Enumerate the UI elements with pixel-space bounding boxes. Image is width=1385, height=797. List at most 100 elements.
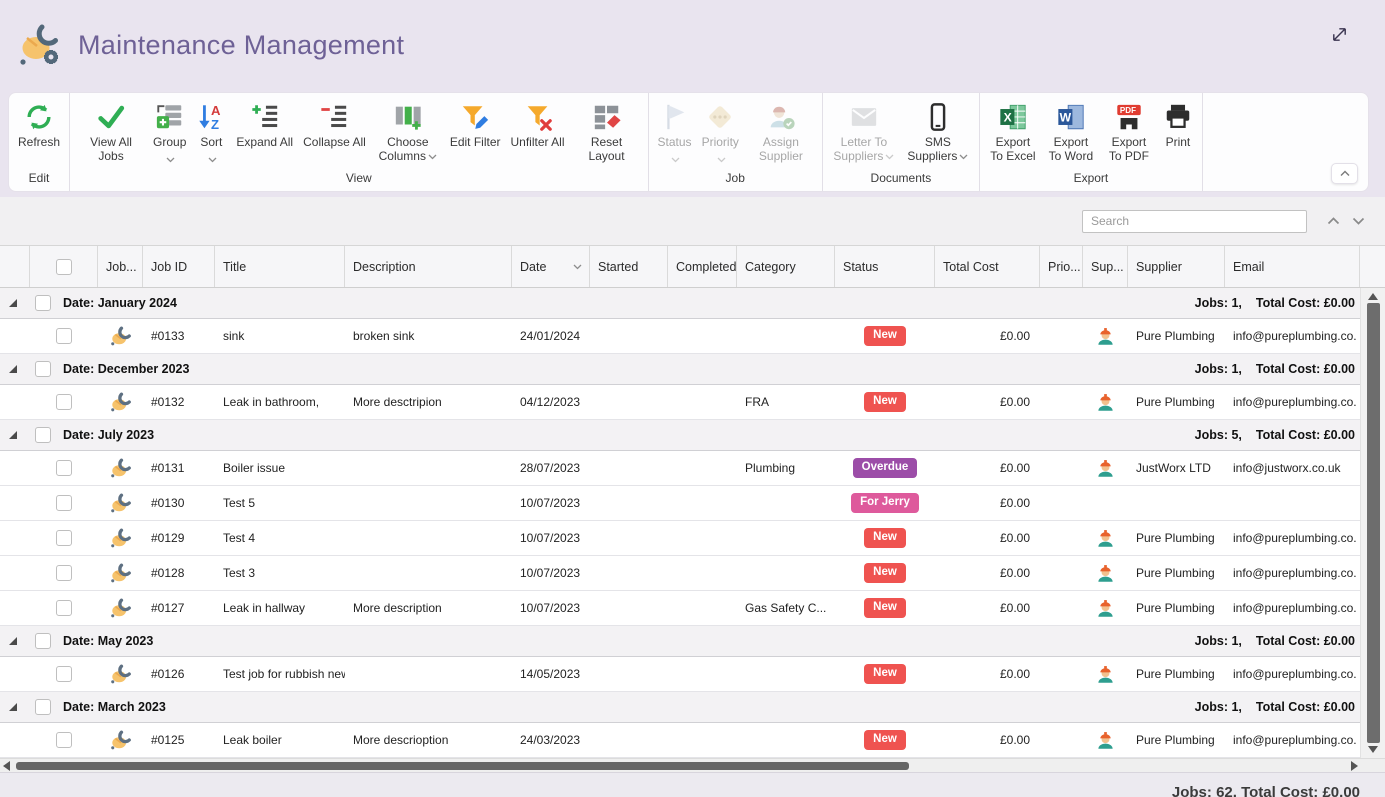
ribbon-button-label: Export To PDF (1108, 135, 1149, 164)
column-header-category[interactable]: Category (737, 246, 835, 287)
column-header-title[interactable]: Title (215, 246, 345, 287)
group-checkbox[interactable] (35, 427, 51, 443)
refresh-icon (24, 98, 54, 135)
vertical-scroll-thumb[interactable] (1366, 303, 1380, 743)
column-header-description[interactable]: Description (345, 246, 512, 287)
group-expander-icon[interactable] (8, 636, 18, 646)
column-header-supplier[interactable]: Supplier (1128, 246, 1225, 287)
chevron-up-button[interactable] (1321, 210, 1346, 232)
job-row[interactable]: #0132 Leak in bathroom, More desctripion 04… (0, 385, 1385, 420)
column-header-email[interactable]: Email (1225, 246, 1360, 287)
group-label: Date: January 2024 (63, 296, 177, 310)
svg-text:A: A (211, 103, 221, 118)
ribbon-collapse-button[interactable] (1331, 163, 1358, 184)
group-checkbox[interactable] (35, 361, 51, 377)
row-checkbox[interactable] (56, 460, 72, 476)
group-checkbox[interactable] (35, 633, 51, 649)
supplier-name: Pure Plumbing (1136, 531, 1215, 545)
group-checkbox[interactable] (35, 699, 51, 715)
row-checkbox[interactable] (56, 732, 72, 748)
excel-icon: X (998, 98, 1028, 135)
job-row[interactable]: #0128 Test 3 10/07/2023 New £0.00 Pure Plumbi… (0, 556, 1385, 591)
status-badge: New (864, 392, 906, 412)
search-input[interactable] (1082, 209, 1307, 233)
column-header-job[interactable]: Job... (98, 246, 143, 287)
scroll-down-icon[interactable] (1368, 746, 1378, 753)
column-header-date[interactable]: Date (512, 246, 590, 287)
column-header-total-cost[interactable]: Total Cost (935, 246, 1040, 287)
row-checkbox[interactable] (56, 495, 72, 511)
select-all-checkbox[interactable] (55, 258, 72, 275)
ribbon-button-expand-all[interactable]: Expand All (231, 96, 298, 151)
group-expander-icon[interactable] (8, 364, 18, 374)
scroll-right-icon[interactable] (1351, 760, 1358, 771)
column-header-started[interactable]: Started (590, 246, 668, 287)
job-row[interactable]: #0127 Leak in hallway More description 10/0… (0, 591, 1385, 626)
group-row[interactable]: Date: July 2023 Jobs: 5, Total Cost: £0.00 (0, 420, 1385, 451)
job-title: Test 5 (223, 496, 256, 510)
ribbon-group-documents: Letter To Suppliers SMS Suppliers Document… (823, 93, 980, 191)
group-row[interactable]: Date: December 2023 Jobs: 1, Total Cost: £… (0, 354, 1385, 385)
row-checkbox[interactable] (56, 394, 72, 410)
job-row[interactable]: #0130 Test 5 10/07/2023 For Jerry £0.00 (0, 486, 1385, 521)
row-checkbox[interactable] (56, 600, 72, 616)
column-header-sup[interactable]: Sup... (1083, 246, 1128, 287)
ribbon-button-sms-suppliers[interactable]: SMS Suppliers (901, 96, 975, 165)
ribbon-button-choose-columns[interactable]: Choose Columns (371, 96, 445, 165)
ribbon-button-label: Priority (701, 135, 739, 149)
ribbon-button-edit-filter[interactable]: Edit Filter (445, 96, 506, 151)
group-checkbox[interactable] (35, 295, 51, 311)
ribbon-button-label: Refresh (18, 135, 61, 149)
column-header-label: Category (745, 259, 796, 274)
ribbon-button-unfilter-all[interactable]: Unfilter All (506, 96, 570, 151)
job-row[interactable]: #0133 sink broken sink 24/01/2024 New £0.00 Pu… (0, 319, 1385, 354)
job-id: #0130 (151, 496, 185, 510)
ribbon-button-refresh[interactable]: Refresh (13, 96, 65, 151)
ribbon-button-label: Sort (200, 135, 223, 149)
group-expander-icon[interactable] (8, 430, 18, 440)
vertical-scrollbar[interactable] (1360, 288, 1385, 758)
row-checkbox[interactable] (56, 565, 72, 581)
ribbon-button-export-to-excel[interactable]: X Export To Excel (984, 96, 1042, 165)
job-wrench-icon (110, 457, 132, 479)
job-row[interactable]: #0131 Boiler issue 28/07/2023 Plumbing Overd… (0, 451, 1385, 486)
horizontal-scrollbar[interactable] (0, 758, 1385, 772)
chevron-down-button[interactable] (1346, 210, 1371, 232)
column-header-expander[interactable] (0, 246, 30, 287)
row-checkbox[interactable] (56, 328, 72, 344)
row-checkbox[interactable] (56, 666, 72, 682)
row-checkbox[interactable] (56, 530, 72, 546)
supplier-avatar-icon (1096, 326, 1115, 346)
group-row[interactable]: Date: March 2023 Jobs: 1, Total Cost: £0.0… (0, 692, 1385, 723)
group-row[interactable]: Date: May 2023 Jobs: 1, Total Cost: £0.00 (0, 626, 1385, 657)
ribbon-button-collapse-all[interactable]: Collapse All (298, 96, 371, 151)
job-row[interactable]: #0125 Leak boiler More descrioption 24/03/2… (0, 723, 1385, 758)
horizontal-scroll-thumb[interactable] (16, 761, 909, 770)
ribbon-group-label: View (345, 171, 372, 185)
ribbon-button-reset-layout[interactable]: Reset Layout (570, 96, 644, 165)
job-total-cost: £0.00 (999, 461, 1030, 475)
ribbon-button-view-all-jobs[interactable]: View All Jobs (74, 96, 148, 165)
column-header-prio[interactable]: Prio... (1040, 246, 1083, 287)
column-header-status[interactable]: Status (835, 246, 935, 287)
group-expander-icon[interactable] (8, 702, 18, 712)
scroll-up-icon[interactable] (1368, 293, 1378, 300)
group-expander-icon[interactable] (8, 298, 18, 308)
ribbon-button-label: Export To Word (1048, 135, 1094, 164)
column-header-select[interactable] (30, 246, 98, 287)
ribbon-button-export-to-word[interactable]: W Export To Word (1042, 96, 1100, 165)
group-row[interactable]: Date: January 2024 Jobs: 1, Total Cost: £0… (0, 288, 1385, 319)
ribbon-button-print[interactable]: Print (1158, 96, 1198, 151)
ribbon-button-group[interactable]: Group (148, 96, 191, 163)
chevron-down-icon (885, 149, 894, 163)
ribbon-button-sort[interactable]: A Z Sort (191, 96, 231, 163)
ribbon-button-export-to-pdf[interactable]: PDF Export To PDF (1100, 96, 1158, 165)
column-header-job-id[interactable]: Job ID (143, 246, 215, 287)
date-filter-chevron-icon[interactable] (573, 264, 582, 270)
expand-window-icon[interactable] (1330, 25, 1349, 49)
scroll-left-icon[interactable] (3, 760, 10, 771)
supplier-email: info@pureplumbing.co. (1233, 329, 1357, 343)
column-header-completed[interactable]: Completed (668, 246, 737, 287)
job-row[interactable]: #0126 Test job for rubbish new 14/05/2023 N… (0, 657, 1385, 692)
job-row[interactable]: #0129 Test 4 10/07/2023 New £0.00 Pure Plumbi… (0, 521, 1385, 556)
